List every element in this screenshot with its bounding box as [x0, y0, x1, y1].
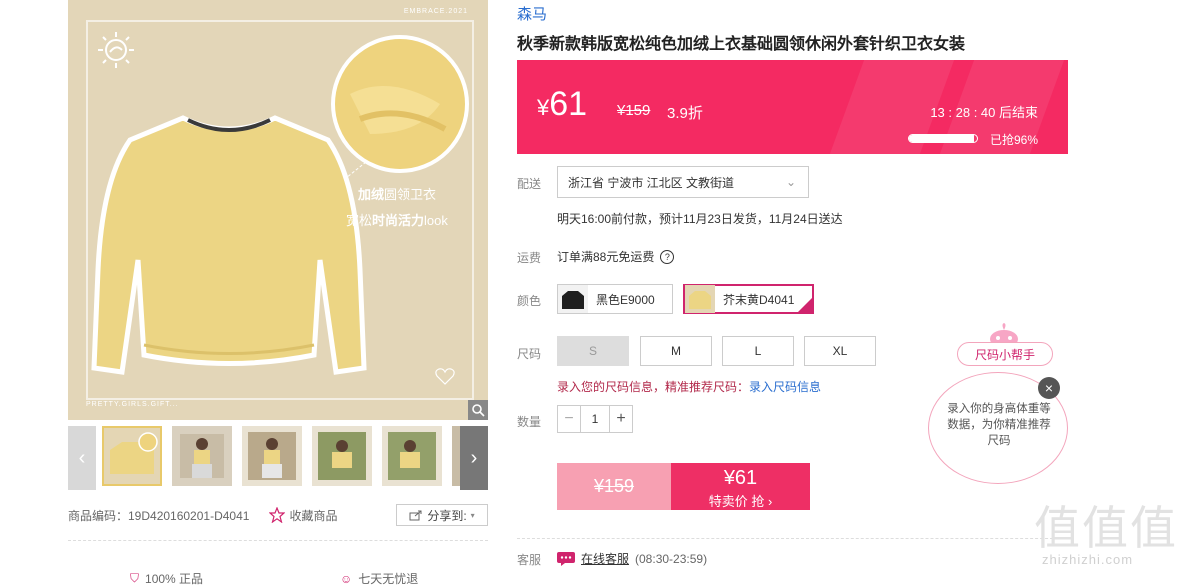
free-shipping-info: 订单满88元免运费 ? — [557, 248, 675, 265]
color-option-label: 黑色E9000 — [596, 292, 655, 307]
favorite-button[interactable]: 收藏商品 — [269, 507, 337, 524]
color-label: 颜色 — [517, 294, 542, 308]
enter-size-link[interactable]: 录入尺码信息 — [749, 380, 821, 394]
chevron-right-icon: › — [470, 446, 478, 469]
main-product-image[interactable]: EMBRACE.2021 加绒圆领卫衣 宽松时尚活力look PRETTY.GI… — [68, 0, 488, 420]
buy-special-label: 特卖价 抢 › — [708, 494, 773, 509]
chevron-left-icon: ‹ — [78, 446, 86, 469]
model-thumb-image — [388, 432, 436, 480]
discount-label: 3.9折 — [667, 105, 703, 122]
share-button[interactable]: 分享到: ▾ — [396, 504, 488, 526]
quantity-label: 数量 — [517, 415, 542, 429]
sold-progress-bar — [908, 134, 978, 143]
image-tag-top: EMBRACE.2021 — [403, 8, 468, 15]
magnifier-icon — [472, 404, 485, 417]
size-option-l[interactable]: L — [722, 336, 794, 366]
address-select[interactable]: 浙江省 宁波市 江北区 文教街道 ⌄ — [557, 166, 809, 198]
size-helper-text: 录入你的身高体重等数据，为你精准推荐尺码 — [947, 403, 1051, 447]
service-label: 客服 — [517, 553, 542, 567]
price-value: 61 — [549, 85, 588, 123]
thumbnail-item[interactable] — [242, 426, 302, 486]
shipping-label: 运费 — [517, 251, 542, 265]
product-title: 秋季新款韩版宽松纯色加绒上衣基础圆领休闲外套针织卫衣女装 — [517, 36, 966, 53]
yellow-sweater-swatch — [685, 285, 715, 313]
size-option-m[interactable]: M — [640, 336, 712, 366]
size-hint-text: 录入您的尺码信息，精准推荐尺码： — [557, 380, 750, 394]
thumbnail-item[interactable] — [172, 426, 232, 486]
thumbnail-item[interactable] — [312, 426, 372, 486]
thumb-next-button[interactable]: › — [460, 426, 488, 490]
thumbnail-strip: ‹ › — [68, 426, 488, 490]
sold-progress-fill — [909, 135, 975, 142]
sweater-thumb-image — [110, 432, 158, 474]
product-code: 商品编码：19D420160201-D4041 — [68, 508, 250, 523]
promo-text-line1: 加绒圆领卫衣 — [358, 187, 437, 202]
address-value: 浙江省 宁波市 江北区 文教街道 — [568, 175, 735, 190]
service-hours: (08:30-23:59) — [635, 551, 708, 566]
buy-original-price[interactable]: ¥159 — [557, 463, 671, 510]
color-option-black[interactable]: 黑色E9000 — [557, 284, 673, 314]
size-label: 尺码 — [517, 347, 542, 361]
promo-text-line2: 宽松时尚活力look — [346, 213, 448, 228]
image-tag-bottom: PRETTY.GIRLS.GIFT... — [86, 401, 179, 408]
quantity-plus-button[interactable]: + — [610, 406, 632, 432]
zoom-button[interactable] — [468, 400, 488, 420]
buy-special-price: ¥61 — [723, 467, 758, 489]
close-icon[interactable]: × — [1038, 377, 1060, 399]
buy-now-button[interactable]: ¥61 特卖价 抢 › — [671, 463, 810, 510]
black-sweater-swatch — [558, 285, 588, 313]
watermark-url: zhizhizhi.com — [1042, 552, 1134, 567]
original-price: ¥159 — [617, 102, 651, 119]
countdown-timer: 13 : 28 : 40 后结束 — [930, 105, 1038, 120]
brand-link[interactable]: 森马 — [517, 3, 547, 24]
favorite-label: 收藏商品 — [289, 508, 338, 523]
share-label: 分享到: — [427, 508, 467, 523]
thumbnail-item[interactable] — [382, 426, 442, 486]
model-thumb-image — [248, 432, 296, 480]
model-thumb-image — [180, 434, 224, 478]
delivery-estimate: 明天16:00前付款，预计11月23日发货，11月24日送达 — [557, 212, 843, 226]
chat-icon — [557, 551, 575, 566]
size-helper-tag[interactable]: 尺码小帮手 — [957, 342, 1053, 366]
color-option-label: 芥末黄D4041 — [723, 292, 795, 307]
size-option-xl[interactable]: XL — [804, 336, 876, 366]
chevron-down-icon: ⌄ — [785, 175, 796, 189]
heart-doodle-icon — [435, 368, 455, 385]
caret-down-icon: ▾ — [470, 510, 475, 520]
size-option-s[interactable]: S — [557, 336, 629, 366]
thumbnail-item-partial[interactable] — [452, 426, 460, 486]
selected-check-icon — [798, 298, 812, 312]
color-option-yellow[interactable]: 芥末黄D4041 — [683, 284, 814, 314]
sun-logo-icon — [98, 32, 134, 68]
quantity-stepper: − 1 + — [557, 405, 633, 433]
customer-service: 在线客服 (08:30-23:59) — [557, 550, 707, 567]
current-price: ¥61 — [537, 86, 587, 126]
watermark-logo: 值值值 — [1034, 502, 1178, 554]
thumb-prev-button[interactable]: ‹ — [68, 426, 96, 490]
product-meta-row: 商品编码：19D420160201-D4041 收藏商品 分享到: ▾ — [68, 504, 488, 526]
delivery-label: 配送 — [517, 177, 542, 191]
online-service-link[interactable]: 在线客服 — [581, 550, 629, 567]
size-hint: 录入您的尺码信息，精准推荐尺码：录入尺码信息 — [557, 378, 821, 395]
right-divider — [517, 538, 1068, 539]
share-icon — [409, 510, 422, 521]
price-banner: ¥61 ¥159 3.9折 13 : 28 : 40 后结束 已抢96% — [517, 60, 1068, 154]
star-icon — [269, 507, 286, 523]
quantity-minus-button[interactable]: − — [558, 406, 580, 432]
currency-symbol: ¥ — [537, 95, 550, 120]
free-shipping-text: 订单满88元免运费 — [557, 250, 655, 264]
left-divider — [68, 540, 488, 541]
thumbnail-item[interactable] — [102, 426, 162, 486]
sold-percentage: 已抢96% — [989, 133, 1038, 147]
model-thumb-image — [318, 432, 366, 480]
help-icon[interactable]: ? — [660, 249, 675, 264]
sweater-image — [91, 115, 367, 375]
quantity-input[interactable]: 1 — [580, 406, 610, 432]
